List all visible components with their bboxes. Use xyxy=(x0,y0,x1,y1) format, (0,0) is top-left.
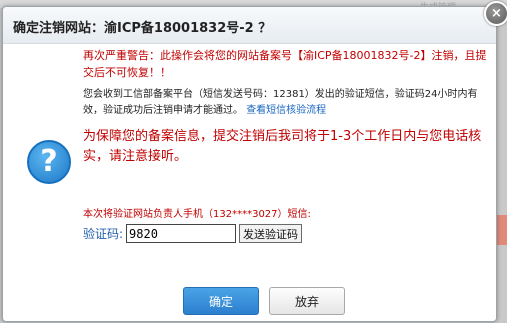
cancel-button[interactable]: 放弃 xyxy=(269,287,345,315)
send-code-button[interactable]: 发送验证码 xyxy=(239,224,303,243)
dialog-title: 确定注销网站：渝ICP备18001832号-2 ？ xyxy=(13,21,272,36)
phone-notice: 为保障您的备案信息，提交注销后我司将于1-3个工作日内与您电话核实，请注意接听。 xyxy=(83,129,482,164)
sms-info: 您会收到工信部备案平台（短信发送号码：12381）发出的验证短信，验证码24小时… xyxy=(83,87,488,119)
phone-verify-line: 本次将验证网站负责人手机（132****3027）短信: xyxy=(83,209,311,220)
verification-code-input[interactable] xyxy=(126,224,237,243)
code-row: 验证码: 发送验证码 xyxy=(83,224,303,243)
question-icon: ? xyxy=(27,140,71,184)
dialog-titlebar: 确定注销网站：渝ICP备18001832号-2 ？ xyxy=(3,7,496,44)
sms-verify-flow-link[interactable]: 查看短信核验流程 xyxy=(246,105,326,116)
background-red-block xyxy=(497,215,507,245)
code-label: 验证码: xyxy=(83,227,124,241)
warning-text: 再次严重警告：此操作会将您的网站备案号【渝ICP备18001832号-2】注销，… xyxy=(83,49,487,79)
dialog-content: 再次严重警告：此操作会将您的网站备案号【渝ICP备18001832号-2】注销，… xyxy=(83,47,488,167)
confirm-dialog: 确定注销网站：渝ICP备18001832号-2 ？ ? 再次严重警告：此操作会将… xyxy=(2,6,497,322)
close-icon[interactable]: × xyxy=(484,1,507,26)
confirm-button[interactable]: 确定 xyxy=(183,287,259,315)
